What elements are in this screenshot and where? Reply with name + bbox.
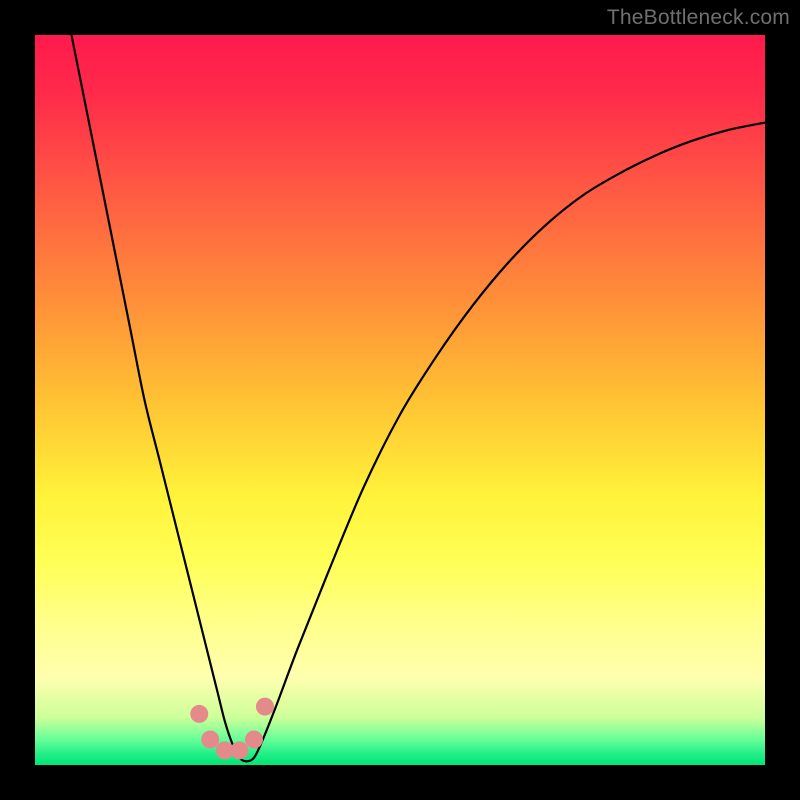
curve-path <box>72 35 766 761</box>
bottom-dots-group <box>190 698 274 760</box>
bottom-dot <box>245 730 263 748</box>
bottleneck-curve <box>35 35 765 765</box>
bottom-dot <box>201 730 219 748</box>
bottom-dot <box>230 741 248 759</box>
bottom-dot <box>256 698 274 716</box>
bottom-dot <box>190 705 208 723</box>
watermark-text: TheBottleneck.com <box>607 6 790 30</box>
chart-frame: TheBottleneck.com <box>0 0 800 800</box>
plot-area <box>35 35 765 765</box>
